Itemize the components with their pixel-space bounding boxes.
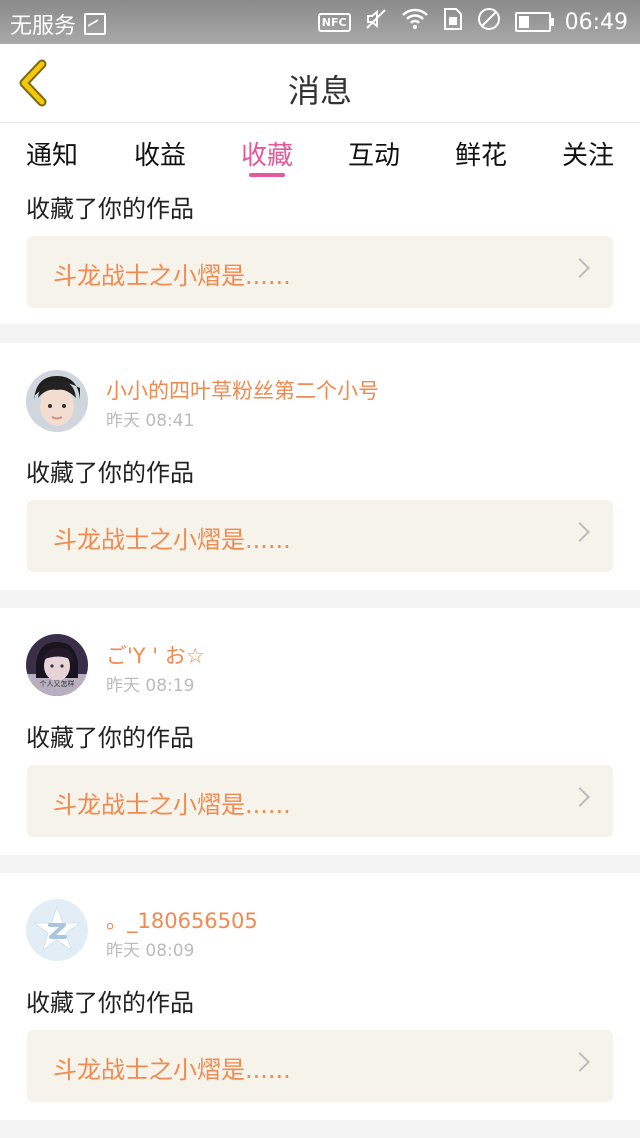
nfc-icon: NFC [317, 12, 351, 32]
avatar[interactable] [26, 899, 88, 961]
work-title: 斗龙战士之小熠是...... [53, 262, 291, 290]
avatar-caption: 个人又怎样 [39, 680, 75, 688]
username[interactable]: ご'Y ' お☆ [106, 640, 205, 670]
timestamp: 昨天 08:09 [106, 941, 195, 961]
mute-icon [365, 8, 387, 36]
work-link[interactable]: 斗龙战士之小熠是...... [27, 236, 613, 308]
action-text: 收藏了你的作品 [26, 724, 194, 752]
username[interactable]: 小小的四叶草粉丝第二个小号 [106, 375, 379, 405]
tab-flowers[interactable]: 鲜花 [455, 135, 507, 172]
app-header: 消息 [0, 44, 640, 123]
tab-notice[interactable]: 通知 [26, 135, 78, 172]
active-tab-indicator [249, 173, 285, 177]
no-signal-icon [477, 7, 501, 37]
work-link[interactable]: 斗龙战士之小熠是...... [27, 1030, 613, 1102]
tab-follow[interactable]: 关注 [562, 135, 614, 172]
work-title: 斗龙战士之小熠是...... [53, 526, 291, 554]
battery-icon [514, 12, 554, 32]
status-bar: 无服务 NFC 06:49 [0, 0, 640, 44]
avatar[interactable]: 个人又怎样 [26, 634, 88, 696]
screenshot-icon [84, 13, 107, 35]
tab-interaction[interactable]: 互动 [348, 135, 400, 172]
chevron-right-icon [570, 1052, 590, 1072]
work-title: 斗龙战士之小熠是...... [53, 791, 291, 819]
sim-icon [443, 7, 463, 37]
timestamp: 昨天 08:41 [106, 411, 195, 431]
action-text: 收藏了你的作品 [26, 989, 194, 1017]
chevron-right-icon [570, 787, 590, 807]
avatar[interactable] [26, 370, 88, 432]
clock: 06:49 [564, 9, 628, 35]
notification-card: 小小的四叶草粉丝第二个小号 昨天 08:41 收藏了你的作品 斗龙战士之小熠是.… [0, 343, 640, 590]
work-link[interactable]: 斗龙战士之小熠是...... [27, 500, 613, 572]
page-title: 消息 [287, 72, 352, 110]
action-text: 收藏了你的作品 [26, 459, 194, 487]
action-text: 收藏了你的作品 [26, 195, 194, 223]
tab-favorites[interactable]: 收藏 [241, 135, 293, 172]
timestamp: 昨天 08:19 [106, 676, 195, 696]
username[interactable]: 。_180656505 [106, 905, 258, 935]
notification-card: 。_180656505 昨天 08:09 收藏了你的作品 斗龙战士之小熠是...… [0, 873, 640, 1120]
notification-card: 个人又怎样 ご'Y ' お☆ 昨天 08:19 收藏了你的作品 斗龙战士之小熠是… [0, 608, 640, 855]
chevron-right-icon [570, 258, 590, 278]
work-title: 斗龙战士之小熠是...... [53, 1056, 291, 1084]
work-link[interactable]: 斗龙战士之小熠是...... [27, 765, 613, 837]
notification-card: 收藏了你的作品 斗龙战士之小熠是...... [0, 181, 640, 324]
tab-bar: 通知 收益 收藏 互动 鲜花 关注 [0, 123, 640, 181]
default-qq-avatar-icon [26, 899, 88, 961]
wifi-icon [401, 8, 429, 36]
carrier-label: 无服务 [10, 14, 77, 39]
tab-earnings[interactable]: 收益 [134, 135, 186, 172]
chevron-right-icon [570, 522, 590, 542]
